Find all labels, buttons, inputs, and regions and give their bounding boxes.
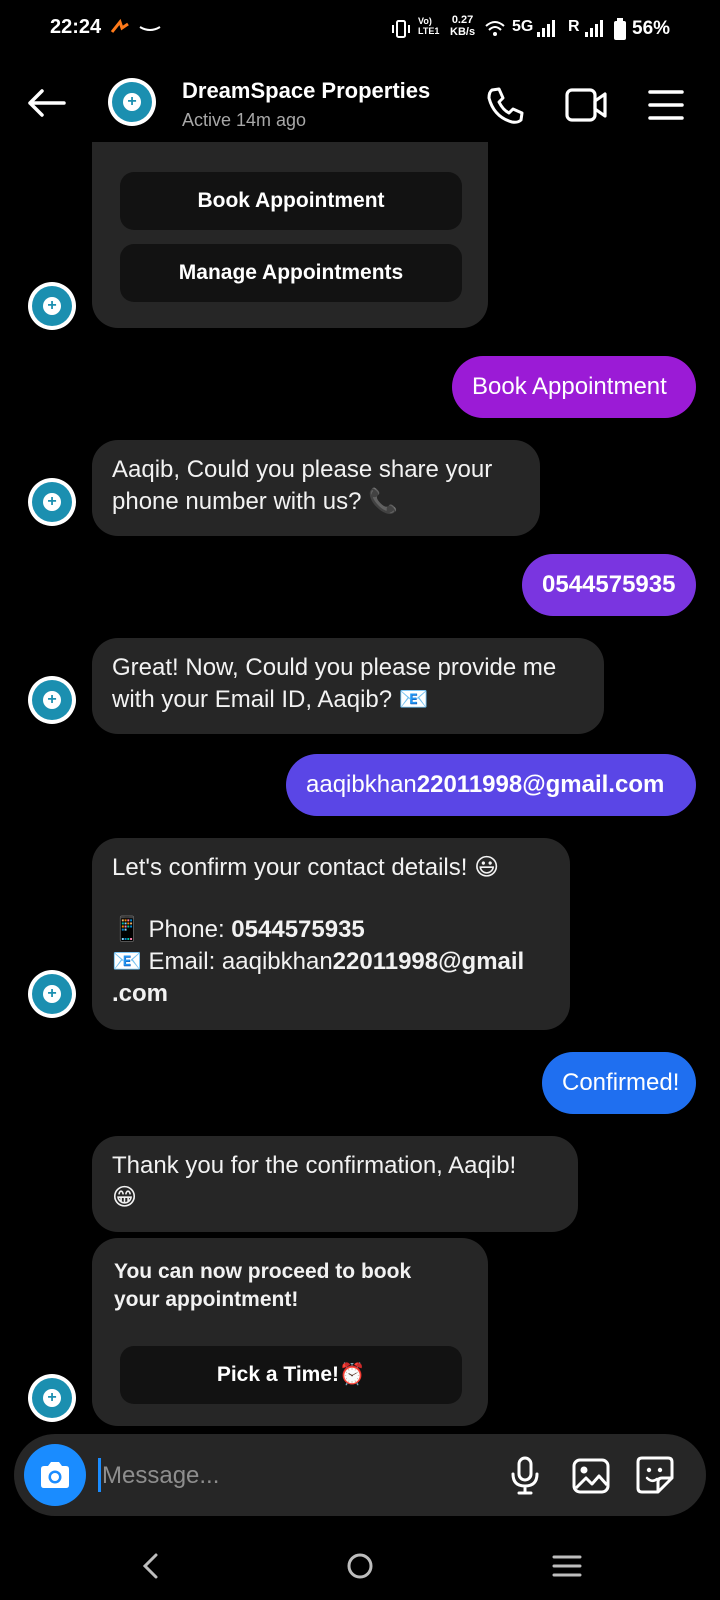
contact-status: Active 14m ago xyxy=(182,110,307,130)
contact-name[interactable]: DreamSpace Properties xyxy=(182,78,430,104)
card-text-line: your appointment! xyxy=(114,1288,299,1311)
back-button[interactable] xyxy=(26,88,66,123)
video-call-button[interactable] xyxy=(564,86,608,129)
sender-avatar[interactable]: + xyxy=(28,676,76,724)
email-prefix: aaqibkhan xyxy=(306,771,417,798)
message-line: Thank you for the confirmation, Aaqib! xyxy=(112,1152,517,1179)
vibrate-icon xyxy=(390,18,412,45)
volte-label: Vo) LTE1 xyxy=(418,16,440,36)
plus-icon: + xyxy=(123,93,141,111)
status-time: 22:24 xyxy=(50,16,102,38)
microphone-icon[interactable] xyxy=(510,1456,540,1501)
outgoing-message[interactable]: aaqibkhan 22011998@gmail.com xyxy=(286,754,696,816)
avatar-logo: + xyxy=(32,680,72,720)
speed-unit: KB/s xyxy=(450,26,476,38)
sticker-icon[interactable] xyxy=(636,1456,674,1499)
incoming-message[interactable]: Let's confirm your contact details! 😃 📱 … xyxy=(92,838,570,1030)
phone-line: 📱 Phone: 0544575935 xyxy=(112,914,365,946)
email-label: 📧 Email: aaqibkhan xyxy=(112,948,333,975)
message-line: phone number with us? 📞 xyxy=(112,488,399,515)
card-text-line: You can now proceed to book xyxy=(114,1260,412,1283)
speed-value: 0.27 xyxy=(451,14,474,26)
plus-icon: + xyxy=(43,1389,61,1407)
sender-avatar[interactable]: + xyxy=(28,1374,76,1422)
incoming-message[interactable]: Great! Now, Could you please provide me … xyxy=(92,638,604,734)
signal-icon-1 xyxy=(536,18,556,43)
message-input[interactable] xyxy=(100,1455,484,1497)
pick-a-time-button[interactable]: Pick a Time!⏰ xyxy=(120,1346,462,1404)
avatar-logo: + xyxy=(32,1378,72,1418)
phone-value: 0544575935 xyxy=(231,916,365,943)
book-appointment-option[interactable]: Book Appointment xyxy=(120,172,462,230)
battery-icon xyxy=(614,18,626,45)
notification-icon xyxy=(108,18,132,43)
avatar-logo: + xyxy=(32,974,72,1014)
avatar-logo: + xyxy=(32,482,72,522)
avatar-logo: + xyxy=(112,82,152,122)
message-line: Great! Now, Could you please provide me xyxy=(112,654,557,681)
outgoing-message[interactable]: 0544575935 xyxy=(522,554,696,616)
camera-button[interactable] xyxy=(24,1444,86,1506)
message-line: Let's confirm your contact details! 😃 xyxy=(112,854,500,881)
phone-label: 📱 Phone: xyxy=(112,916,232,943)
call-button[interactable] xyxy=(484,84,526,131)
plus-icon: + xyxy=(43,691,61,709)
sender-avatar[interactable]: + xyxy=(28,970,76,1018)
gallery-icon[interactable] xyxy=(572,1458,610,1499)
plus-icon: + xyxy=(43,297,61,315)
avatar-logo: + xyxy=(32,286,72,326)
message-line: Aaqib, Could you please share your xyxy=(112,456,493,483)
status-bar: 22:24 Vo) LTE1 0.27 KB/s 5G R 56% xyxy=(0,0,720,60)
quick-reply-card: Book Appointment Manage Appointments xyxy=(92,142,488,328)
incoming-message[interactable]: Thank you for the confirmation, Aaqib! 😁 xyxy=(92,1136,578,1232)
battery-level: 56% xyxy=(632,18,671,39)
chat-header: + xyxy=(0,60,720,152)
sender-avatar[interactable]: + xyxy=(28,282,76,330)
action-card: You can now proceed to book your appoint… xyxy=(92,1238,488,1426)
sender-avatar[interactable]: + xyxy=(28,478,76,526)
outgoing-message[interactable]: Book Appointment xyxy=(452,356,696,418)
roaming-label: R xyxy=(568,18,580,35)
plus-icon: + xyxy=(43,985,61,1003)
amazon-icon xyxy=(138,22,162,40)
nav-home-button[interactable] xyxy=(346,1552,374,1585)
email-end: .com xyxy=(112,980,169,1007)
incoming-message[interactable]: Aaqib, Could you please share your phone… xyxy=(92,440,540,536)
outgoing-message[interactable]: Confirmed! xyxy=(542,1052,696,1114)
network-speed: 0.27 KB/s xyxy=(450,14,475,38)
message-line: 😁 xyxy=(112,1184,138,1211)
email-line: 📧 Email: aaqibkhan22011998@gmail xyxy=(112,946,524,978)
manage-appointments-option[interactable]: Manage Appointments xyxy=(120,244,462,302)
network-type: 5G xyxy=(512,18,534,35)
message-line: with your Email ID, Aaqib? 📧 xyxy=(112,686,429,713)
nav-recents-button[interactable] xyxy=(552,1554,582,1583)
signal-icon-2 xyxy=(584,18,604,43)
menu-button[interactable] xyxy=(648,88,684,127)
contact-avatar[interactable]: + xyxy=(108,78,156,126)
email-bold: 22011998@gmail.com xyxy=(416,771,665,798)
nav-back-button[interactable] xyxy=(140,1552,160,1585)
system-nav-bar xyxy=(0,1530,720,1600)
email-value: 22011998@gmail xyxy=(332,948,525,975)
message-list[interactable]: Book Appointment Manage Appointments + B… xyxy=(0,142,720,1432)
wifi-icon xyxy=(484,18,506,45)
plus-icon: + xyxy=(43,493,61,511)
